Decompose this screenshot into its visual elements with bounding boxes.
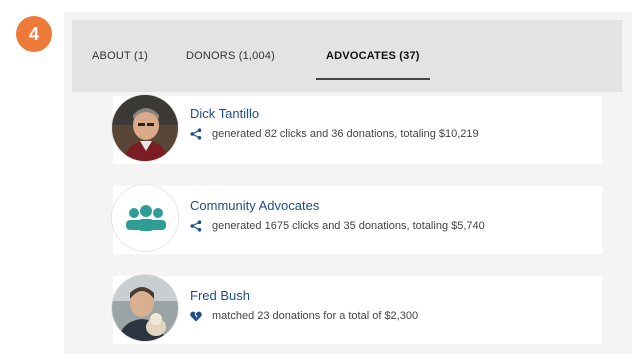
share-icon [190,128,202,140]
group-icon [112,185,178,251]
advocate-detail-text: matched 23 donations for a total of $2,3… [212,310,419,322]
person-photo-icon [112,95,178,161]
tab-advocates[interactable]: ADVOCATES (37) [316,20,430,92]
advocate-detail: generated 82 clicks and 36 donations, to… [190,128,479,140]
tab-donors[interactable]: DONORS (1,004) [186,20,275,92]
share-icon [190,220,202,232]
advocate-name-link[interactable]: Fred Bush [190,288,250,303]
advocate-name-link[interactable]: Dick Tantillo [190,106,259,121]
advocate-detail-text: generated 1675 clicks and 35 donations, … [212,220,485,232]
step-number-badge: 4 [16,16,52,52]
person-photo-icon [112,275,178,341]
advocate-name-link[interactable]: Community Advocates [190,198,319,213]
advocate-detail: matched 23 donations for a total of $2,3… [190,310,418,322]
broken-heart-icon [190,311,202,322]
tab-bar: ABOUT (1) DONORS (1,004) ADVOCATES (37) [72,20,622,92]
advocate-detail-text: generated 82 clicks and 36 donations, to… [212,128,479,140]
tab-about[interactable]: ABOUT (1) [92,20,148,92]
advocate-detail: generated 1675 clicks and 35 donations, … [190,220,485,232]
avatar[interactable] [111,94,179,162]
avatar[interactable] [111,184,179,252]
avatar[interactable] [111,274,179,342]
